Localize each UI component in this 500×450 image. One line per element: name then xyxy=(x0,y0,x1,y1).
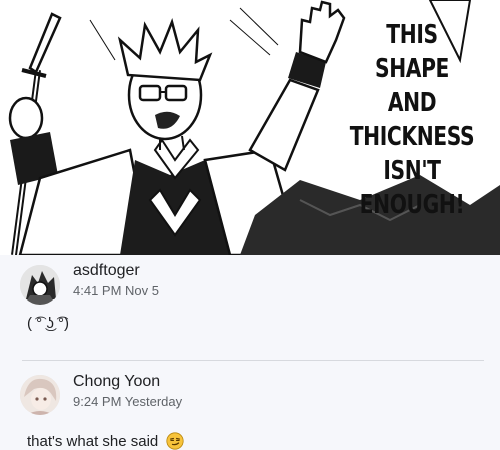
caption-line: THICKNESS xyxy=(349,122,475,152)
page: THIS SHAPE AND THICKNESS ISN'T ENOUGH! a… xyxy=(0,0,500,450)
comment-text: ( ͡° ͜ʖ ͡°) xyxy=(27,315,69,332)
comment-timestamp: 4:41 PM Nov 5 xyxy=(73,283,159,298)
manga-panel-image: THIS SHAPE AND THICKNESS ISN'T ENOUGH! xyxy=(0,0,500,255)
panel-caption: THIS SHAPE AND THICKNESS ISN'T ENOUGH! xyxy=(350,18,475,222)
comment-item: asdftoger 4:41 PM Nov 5 ( ͡° ͜ʖ ͡°) xyxy=(0,255,500,360)
smirk-emoji-icon xyxy=(166,432,185,450)
comment-divider xyxy=(22,360,484,361)
caption-line: ENOUGH! xyxy=(359,190,465,220)
caption-line: ISN'T xyxy=(383,156,441,186)
comment-text: that's what she said xyxy=(27,433,159,450)
comment-item: Chong Yoon 9:24 PM Yesterday that's what… xyxy=(0,362,500,450)
comments-section: asdftoger 4:41 PM Nov 5 ( ͡° ͜ʖ ͡°) Chon… xyxy=(0,255,500,450)
comment-text-container: that's what she said xyxy=(27,432,185,450)
caption-line: SHAPE AND xyxy=(374,54,450,118)
caption-line: THIS xyxy=(386,20,438,50)
comment-author[interactable]: Chong Yoon xyxy=(73,373,160,391)
anime-avatar-icon[interactable] xyxy=(20,375,60,415)
comment-author[interactable]: asdftoger xyxy=(73,262,140,280)
comment-timestamp: 9:24 PM Yesterday xyxy=(73,394,183,409)
manga-avatar-icon[interactable] xyxy=(20,265,60,305)
